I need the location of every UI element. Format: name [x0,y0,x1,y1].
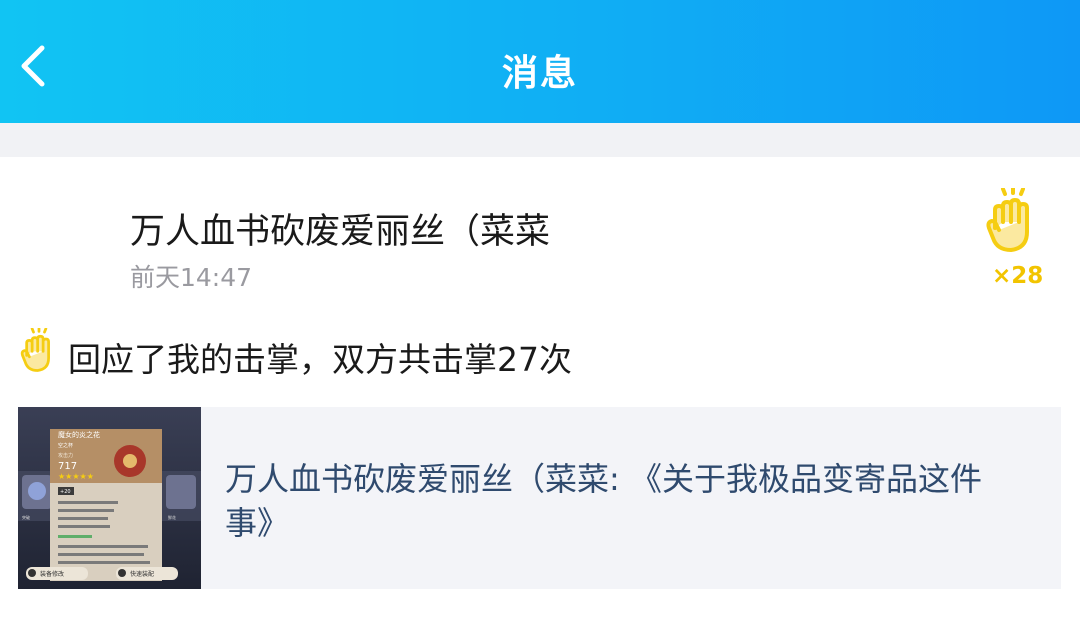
post-card[interactable]: 魔女的炎之花 空之杯 攻击力 717 ★★★★★ +20 突破 鲜花 装备修改 [18,407,1061,589]
thumb-stars: ★★★★★ [58,472,94,481]
thumb-slot-label: 鲜花 [168,514,176,520]
thumb-slot-label: 突破 [22,514,30,520]
thumb-stat-value: 717 [58,461,77,472]
top-bar: 消息 [0,0,1080,123]
flower-artifact-image [114,445,146,477]
game-screenshot-image: 魔女的炎之花 空之杯 攻击力 717 ★★★★★ +20 突破 鲜花 装备修改 [18,407,201,589]
high-five-icon [20,328,50,372]
section-divider [0,123,1080,157]
high-five-icon [986,188,1029,252]
thumb-level: +20 [60,489,71,495]
page-title: 消息 [501,53,578,94]
message-text: 回应了我的击掌，双方共击掌27次 [68,340,572,379]
thumb-left-button: 装备修改 [40,570,64,578]
thumb-right-button: 快速装配 [130,570,154,578]
post-thumbnail: 魔女的炎之花 空之杯 攻击力 717 ★★★★★ +20 突破 鲜花 装备修改 [18,407,201,589]
thumb-stat-label: 攻击力 [58,452,73,459]
thumb-sub-label: 空之杯 [58,442,73,449]
timestamp: 前天14:47 [130,263,253,292]
sender-name[interactable]: 万人血书砍废爱丽丝（菜菜 [130,203,550,254]
post-title: 万人血书砍废爱丽丝（菜菜: 《关于我极品变寄品这件事》 [225,460,982,542]
thumb-card-title: 魔女的炎之花 [58,430,100,439]
clap-count: ×28 [992,263,1044,289]
